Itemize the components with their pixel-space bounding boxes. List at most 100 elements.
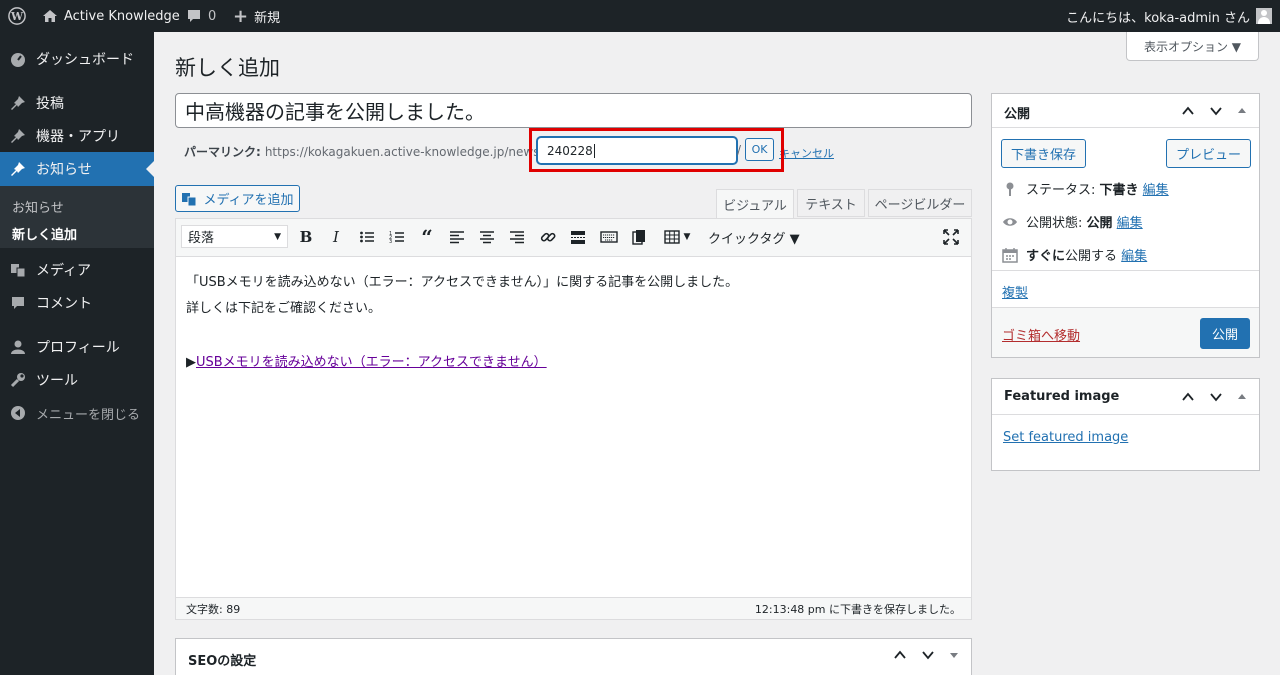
home-icon bbox=[43, 10, 57, 22]
paste-text-icon[interactable] bbox=[628, 226, 650, 248]
trash-link[interactable]: ゴミ箱へ移動 bbox=[1002, 325, 1080, 344]
featured-image-box: Featured image Set featured image bbox=[991, 378, 1260, 471]
permalink-base: https://kokagakuen.active-knowledge.jp/n… bbox=[264, 144, 544, 159]
wordpress-logo-icon[interactable]: W bbox=[8, 0, 26, 32]
screen-options-button[interactable]: 表示オプション ▼ bbox=[1126, 32, 1259, 61]
menu-item-tools[interactable]: ツール bbox=[0, 363, 154, 397]
visibility-label: 公開状態: bbox=[1026, 216, 1087, 231]
schedule-value: すぐに bbox=[1026, 249, 1066, 264]
new-content-link[interactable]: + 新規 bbox=[233, 0, 280, 32]
content-paragraph-1[interactable]: 「USBメモリを読み込めない（エラー：アクセスできません）」に関する記事を公開し… bbox=[186, 274, 738, 292]
format-select[interactable]: 段落 ▼ bbox=[181, 225, 288, 248]
user-icon bbox=[0, 339, 36, 355]
blockquote-icon[interactable]: “ bbox=[416, 225, 438, 249]
fullscreen-icon[interactable] bbox=[940, 226, 962, 248]
toggle-panel-icon[interactable] bbox=[1237, 390, 1247, 408]
pin-icon bbox=[1006, 182, 1014, 196]
seo-box-controls bbox=[893, 648, 959, 666]
svg-text:3: 3 bbox=[389, 239, 392, 245]
menu-label: メディア bbox=[36, 263, 92, 279]
schedule-row: すぐに公開する 編集 bbox=[1002, 245, 1147, 264]
menu-item-profile[interactable]: プロフィール bbox=[0, 330, 154, 364]
dashboard-icon bbox=[0, 51, 36, 67]
align-center-icon[interactable] bbox=[476, 226, 498, 248]
edit-visibility-link[interactable]: 編集 bbox=[1117, 216, 1143, 231]
toggle-panel-icon[interactable] bbox=[1237, 104, 1247, 122]
edit-status-link[interactable]: 編集 bbox=[1143, 183, 1169, 198]
plus-icon: + bbox=[233, 5, 249, 27]
chevron-down-icon: ▼ bbox=[274, 231, 281, 242]
content-link[interactable]: USBメモリを読み込めない（エラー：アクセスできません） bbox=[196, 355, 547, 370]
add-media-button[interactable]: メディアを追加 bbox=[175, 185, 300, 212]
preview-button[interactable]: プレビュー bbox=[1166, 139, 1251, 168]
avatar bbox=[1256, 8, 1272, 24]
chevron-up-icon[interactable] bbox=[1181, 104, 1195, 122]
permalink-cancel-link[interactable]: キャンセル bbox=[779, 145, 834, 161]
menu-item-media[interactable]: メディア bbox=[0, 253, 154, 287]
collapse-icon bbox=[0, 405, 36, 421]
current-arrow bbox=[146, 161, 154, 177]
status-label: ステータス: bbox=[1026, 183, 1100, 198]
menu-item-posts[interactable]: 投稿 bbox=[0, 86, 154, 120]
chevron-down-icon[interactable] bbox=[1209, 390, 1223, 408]
toggle-panel-icon[interactable] bbox=[949, 648, 959, 666]
edit-schedule-link[interactable]: 編集 bbox=[1121, 249, 1147, 264]
menu-item-dashboard[interactable]: ダッシュボード bbox=[0, 42, 154, 76]
bold-icon[interactable]: B bbox=[295, 226, 317, 248]
duplicate-link[interactable]: 複製 bbox=[1002, 282, 1028, 301]
menu-label: メニューを閉じる bbox=[36, 407, 141, 423]
align-right-icon[interactable] bbox=[506, 226, 528, 248]
submenu-item-news[interactable]: お知らせ bbox=[12, 197, 64, 216]
status-value: 下書き bbox=[1099, 183, 1139, 198]
menu-item-devices[interactable]: 機器・アプリ bbox=[0, 119, 154, 153]
collapse-menu-button[interactable]: メニューを閉じる bbox=[0, 396, 154, 430]
seo-settings-box: SEOの設定 bbox=[175, 638, 972, 675]
align-left-icon[interactable] bbox=[446, 226, 468, 248]
keyboard-icon[interactable] bbox=[598, 226, 620, 248]
tab-visual[interactable]: ビジュアル bbox=[716, 189, 794, 219]
featured-image-title: Featured image bbox=[1004, 389, 1120, 404]
link-icon[interactable] bbox=[537, 226, 559, 248]
calendar-icon bbox=[1002, 247, 1018, 263]
site-name-link[interactable]: Active Knowledge bbox=[42, 0, 180, 32]
autosave-status: 12:13:48 pm に下書きを保存しました。 bbox=[754, 603, 961, 616]
content-paragraph-2[interactable]: 詳しくは下記をご確認ください。 bbox=[186, 300, 381, 318]
comments-link[interactable]: 0 bbox=[186, 0, 216, 32]
quicktag-dropdown[interactable]: クイックタグ ▼ bbox=[708, 226, 800, 248]
read-more-icon[interactable] bbox=[567, 226, 589, 248]
table-icon[interactable]: ▼ bbox=[660, 226, 694, 248]
arrow-glyph: ▶ bbox=[186, 355, 196, 370]
seo-box-title[interactable]: SEOの設定 bbox=[188, 650, 256, 669]
divider bbox=[992, 270, 1259, 271]
publish-button[interactable]: 公開 bbox=[1200, 318, 1250, 349]
numbered-list-icon[interactable]: 123 bbox=[386, 226, 408, 248]
chevron-up-icon[interactable] bbox=[893, 648, 907, 666]
chevron-down-icon[interactable] bbox=[921, 648, 935, 666]
add-media-label: メディアを追加 bbox=[203, 193, 294, 208]
menu-item-comments[interactable]: コメント bbox=[0, 286, 154, 320]
chevron-down-icon[interactable] bbox=[1209, 104, 1223, 122]
menu-item-news[interactable]: お知らせ bbox=[0, 152, 154, 186]
chevron-up-icon[interactable] bbox=[1181, 390, 1195, 408]
word-count: 文字数: 89 bbox=[186, 603, 241, 616]
news-submenu: お知らせ 新しく追加 bbox=[0, 186, 154, 248]
bullet-list-icon[interactable] bbox=[356, 226, 378, 248]
pin-icon bbox=[0, 95, 36, 111]
tab-page-builder[interactable]: ページビルダー bbox=[868, 189, 972, 217]
account-menu[interactable]: こんにちは、koka-admin さん bbox=[1066, 0, 1272, 32]
tab-text[interactable]: テキスト bbox=[797, 189, 865, 217]
comment-icon bbox=[0, 295, 36, 311]
post-title-input[interactable]: 中高機器の記事を公開しました。 bbox=[175, 93, 972, 128]
publish-box-header: 公開 bbox=[992, 94, 1259, 128]
set-featured-image-link[interactable]: Set featured image bbox=[1003, 430, 1128, 445]
save-draft-button[interactable]: 下書き保存 bbox=[1001, 139, 1086, 168]
post-status-row: ステータス: 下書き 編集 bbox=[1002, 179, 1169, 198]
submenu-item-add-new[interactable]: 新しく追加 bbox=[12, 224, 77, 243]
media-icon bbox=[0, 262, 36, 278]
italic-icon[interactable]: I bbox=[325, 226, 347, 248]
publish-actions: ゴミ箱へ移動 公開 bbox=[992, 307, 1259, 357]
featured-image-header: Featured image bbox=[992, 379, 1259, 415]
comments-count: 0 bbox=[208, 8, 217, 24]
visibility-row: 公開状態: 公開 編集 bbox=[1002, 212, 1143, 231]
eye-icon bbox=[1003, 217, 1017, 226]
